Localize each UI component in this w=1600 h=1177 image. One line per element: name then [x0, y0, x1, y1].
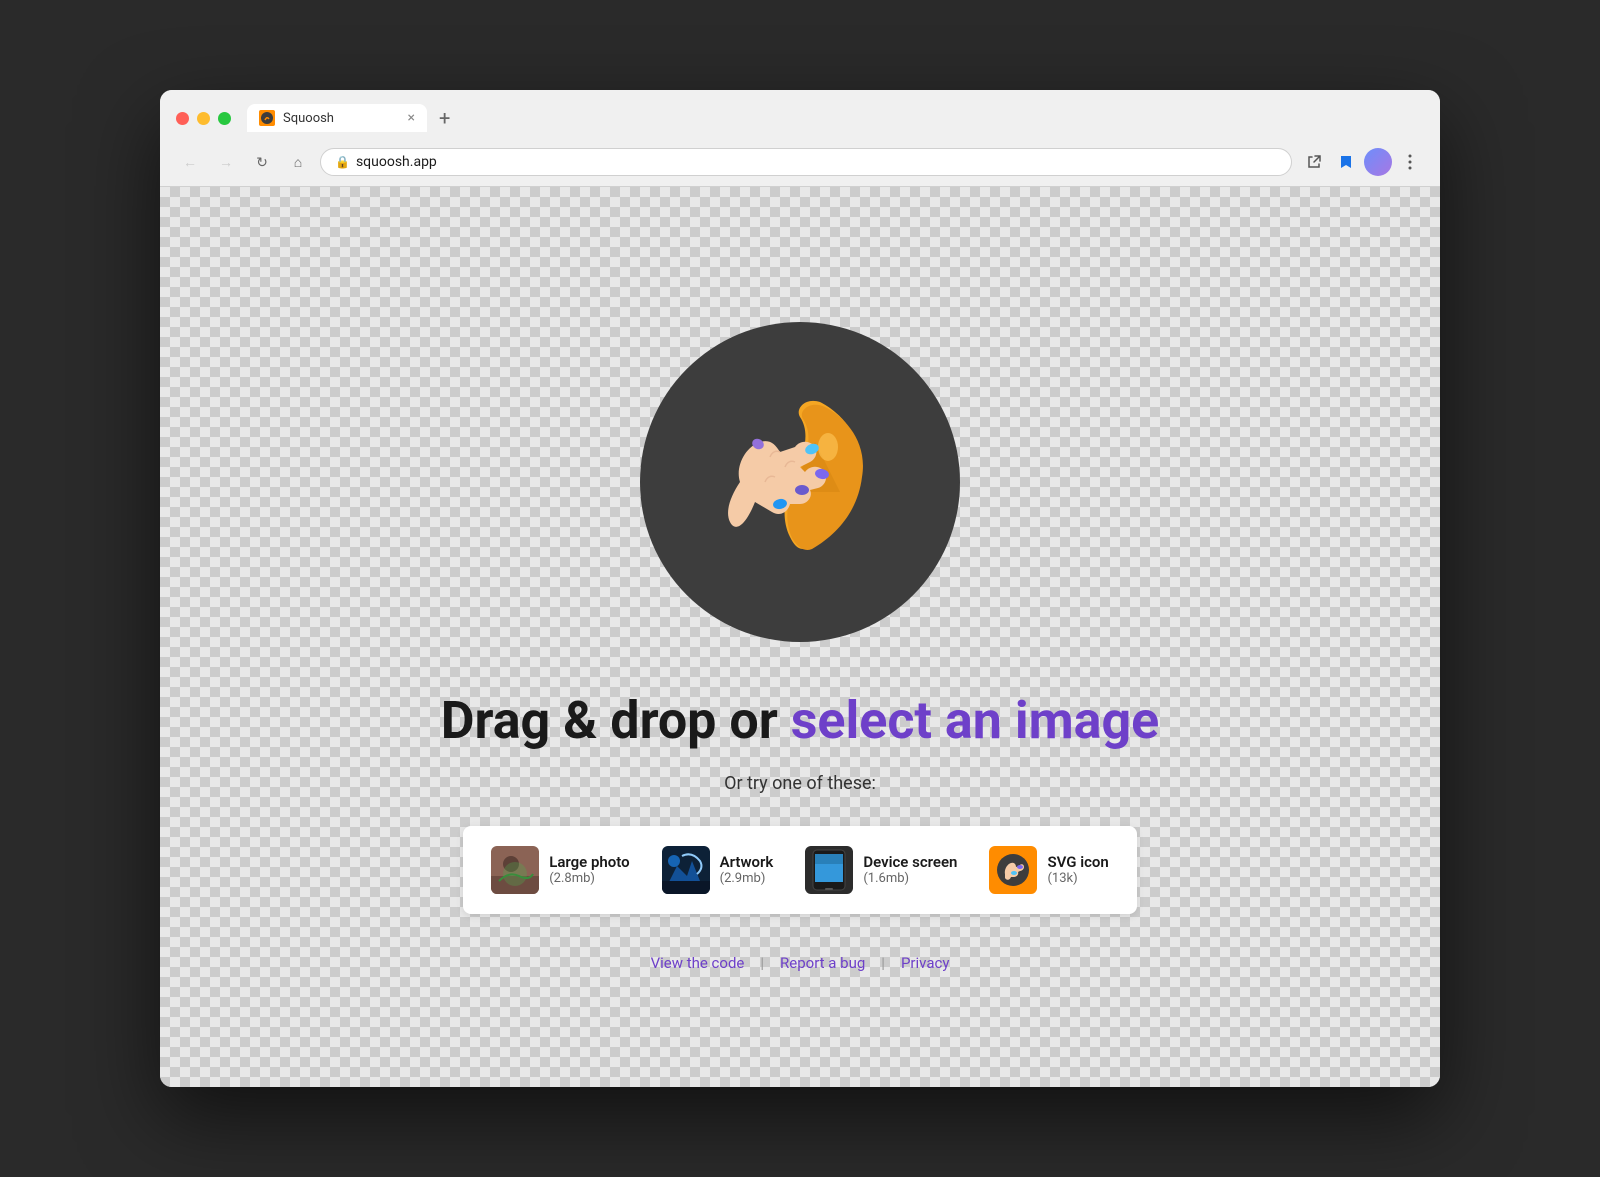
sample-info-svg-icon: SVG icon (13k)	[1047, 853, 1108, 886]
browser-tabs: Squoosh × +	[247, 102, 1424, 134]
browser-titlebar: Squoosh × +	[160, 90, 1440, 142]
sample-artwork[interactable]: Artwork (2.9mb)	[654, 842, 782, 898]
footer-links: View the code | Report a bug | Privacy	[651, 954, 950, 972]
tab-favicon	[259, 110, 275, 126]
tab-title: Squoosh	[283, 111, 400, 126]
view-code-link[interactable]: View the code	[651, 954, 745, 972]
sample-size-svg-icon: (13k)	[1047, 871, 1108, 886]
main-content[interactable]: Drag & drop or select an image Or try on…	[160, 187, 1440, 1087]
footer-separator-2: |	[881, 954, 885, 972]
sample-thumb-svg-icon	[989, 846, 1037, 894]
browser-traffic-lights	[176, 112, 231, 125]
sample-size-artwork: (2.9mb)	[720, 871, 774, 886]
sample-thumb-large-photo	[491, 846, 539, 894]
new-tab-button[interactable]: +	[431, 102, 458, 134]
sample-name-large-photo: Large photo	[549, 853, 629, 871]
bookmark-button[interactable]	[1332, 148, 1360, 176]
forward-button[interactable]: →	[212, 148, 240, 176]
address-text: squoosh.app	[356, 154, 437, 170]
browser-addressbar: ← → ↻ ⌂ 🔒 squoosh.app	[160, 142, 1440, 186]
back-button[interactable]: ←	[176, 148, 204, 176]
sample-large-photo[interactable]: Large photo (2.8mb)	[483, 842, 637, 898]
tab-close-button[interactable]: ×	[408, 111, 415, 125]
minimize-dot[interactable]	[197, 112, 210, 125]
sample-info-device-screen: Device screen (1.6mb)	[863, 853, 957, 886]
main-heading: Drag & drop or select an image	[441, 690, 1160, 752]
sample-name-svg-icon: SVG icon	[1047, 853, 1108, 871]
sample-thumb-artwork	[662, 846, 710, 894]
privacy-link[interactable]: Privacy	[901, 954, 949, 972]
external-link-button[interactable]	[1300, 148, 1328, 176]
footer-separator-1: |	[760, 954, 764, 972]
sample-size-device-screen: (1.6mb)	[863, 871, 957, 886]
sample-size-large-photo: (2.8mb)	[549, 871, 629, 886]
sample-info-artwork: Artwork (2.9mb)	[720, 853, 774, 886]
report-bug-link[interactable]: Report a bug	[780, 954, 865, 972]
heading-accent: select an image	[791, 690, 1160, 751]
sample-device-screen[interactable]: Device screen (1.6mb)	[797, 842, 965, 898]
browser-window: Squoosh × + ← → ↻ ⌂ 🔒 squoosh.app	[160, 90, 1440, 1087]
browser-actions	[1300, 148, 1424, 176]
sample-name-artwork: Artwork	[720, 853, 774, 871]
active-tab[interactable]: Squoosh ×	[247, 104, 427, 132]
lock-icon: 🔒	[335, 155, 350, 169]
subtitle: Or try one of these:	[724, 773, 876, 794]
sample-thumb-device-screen	[805, 846, 853, 894]
reload-button[interactable]: ↻	[248, 148, 276, 176]
sample-images-container: Large photo (2.8mb) Artwork	[463, 826, 1137, 914]
squoosh-logo	[640, 322, 960, 642]
address-bar[interactable]: 🔒 squoosh.app	[320, 148, 1292, 176]
close-dot[interactable]	[176, 112, 189, 125]
profile-avatar[interactable]	[1364, 148, 1392, 176]
sample-name-device-screen: Device screen	[863, 853, 957, 871]
browser-chrome: Squoosh × + ← → ↻ ⌂ 🔒 squoosh.app	[160, 90, 1440, 187]
sample-info-large-photo: Large photo (2.8mb)	[549, 853, 629, 886]
heading-static: Drag & drop or	[441, 690, 791, 751]
sample-svg-icon[interactable]: SVG icon (13k)	[981, 842, 1116, 898]
maximize-dot[interactable]	[218, 112, 231, 125]
home-button[interactable]: ⌂	[284, 148, 312, 176]
menu-button[interactable]	[1396, 148, 1424, 176]
